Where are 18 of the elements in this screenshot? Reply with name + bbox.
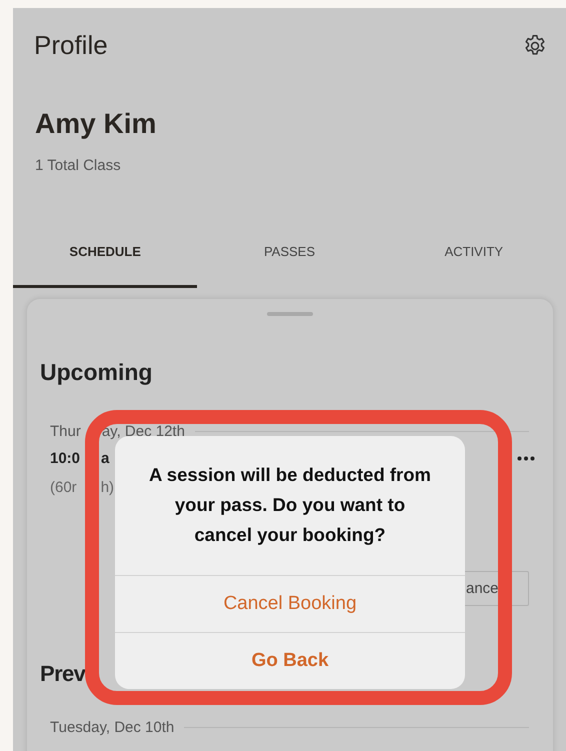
tab[interactable]: PASSES	[197, 244, 382, 288]
more-icon[interactable]	[517, 456, 535, 461]
class-duration: (60r	[50, 479, 77, 496]
tab[interactable]: SCHEDULE	[13, 244, 198, 288]
profile-name: Amy Kim	[35, 108, 158, 140]
date-label: Tuesday, Dec 10th	[50, 719, 174, 736]
tab[interactable]: ACTIVITY	[382, 244, 566, 288]
section-heading: Prev	[40, 661, 86, 687]
alert-message: A session will be deducted from your pass. Do you want to cancel your booking?	[115, 436, 465, 576]
class-time: a	[101, 450, 110, 467]
alert-action[interactable]: Go Back	[115, 632, 465, 688]
page-title: Profile	[34, 30, 108, 61]
date-label: Thur	[50, 423, 81, 440]
class-time: 10:0	[50, 450, 80, 467]
class-duration: h)	[100, 479, 114, 496]
section-heading: Upcoming	[40, 359, 154, 386]
class-count: 1 Total Class	[35, 157, 122, 174]
drag-handle[interactable]	[267, 312, 313, 316]
